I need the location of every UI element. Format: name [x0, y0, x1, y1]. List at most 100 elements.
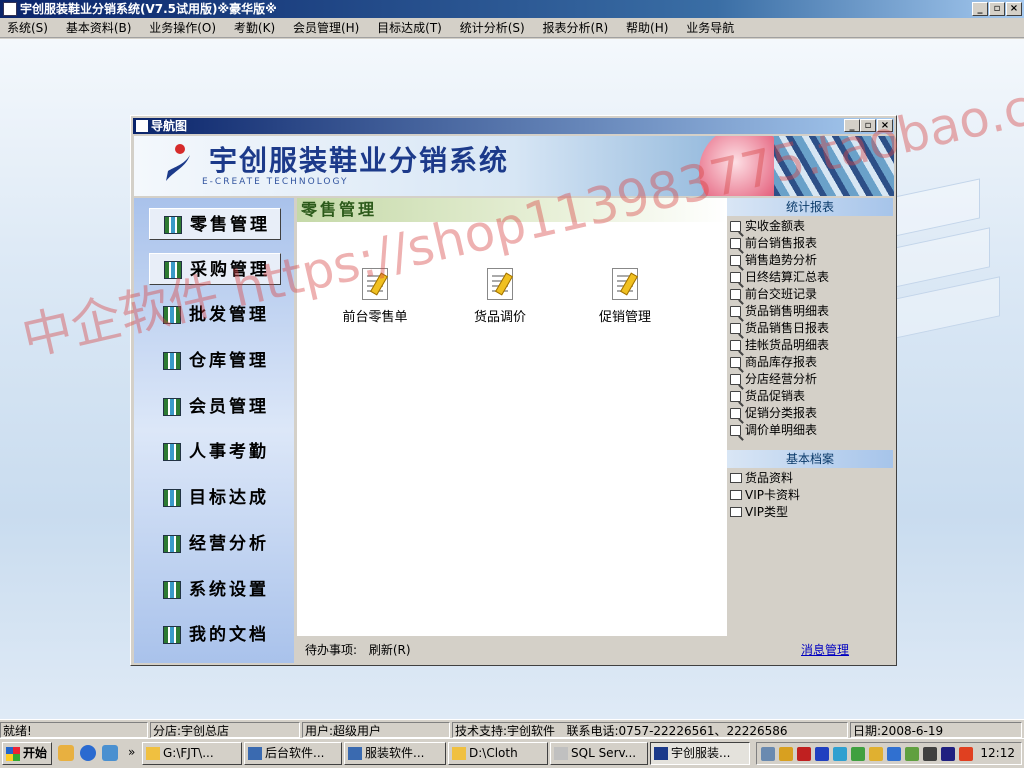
message-management-link[interactable]: 消息管理 [801, 641, 849, 658]
sidebar-item-warehouse[interactable]: 仓库管理 [149, 345, 281, 377]
report-link[interactable]: 挂帐货品明细表 [729, 337, 829, 354]
start-button[interactable]: 开始 [2, 742, 52, 765]
report-label: 前台交班记录 [745, 287, 818, 301]
tray-icon[interactable] [941, 747, 955, 761]
task-button[interactable]: G:\FJT\... [142, 742, 242, 765]
tray-icon[interactable] [779, 747, 793, 761]
report-link[interactable]: 货品销售日报表 [729, 320, 829, 337]
report-link[interactable]: 前台销售报表 [729, 235, 829, 252]
task-button[interactable]: SQL Serv... [550, 742, 648, 765]
support-text: 技术支持:宇创软件 [455, 724, 556, 738]
close-button[interactable]: × [1006, 2, 1022, 16]
quicklaunch-icon[interactable] [58, 745, 74, 761]
tray-icon[interactable] [923, 747, 937, 761]
tray-icon[interactable] [797, 747, 811, 761]
books-icon [163, 352, 181, 370]
document-icon [348, 747, 362, 760]
report-link[interactable]: 货品销售明细表 [729, 303, 829, 320]
sidebar-item-members[interactable]: 会员管理 [149, 391, 281, 423]
sidebar-item-label: 系统设置 [189, 580, 269, 600]
browser-icon[interactable] [80, 745, 96, 761]
tray-icon[interactable] [905, 747, 919, 761]
phone-text: 联系电话:0757-22226561、22226586 [566, 724, 788, 738]
report-label: 促销分类报表 [745, 406, 818, 420]
task-button[interactable]: D:\Cloth [448, 742, 548, 765]
task-button[interactable]: 服装软件... [344, 742, 446, 765]
books-icon [163, 581, 181, 599]
tray-icon[interactable] [887, 747, 901, 761]
clock[interactable]: 12:12 [980, 743, 1015, 764]
menu-basic-data[interactable]: 基本资料(B) [59, 18, 139, 38]
books-icon [163, 626, 181, 644]
magnifier-icon [730, 425, 741, 436]
report-label: 调价单明细表 [745, 423, 818, 437]
report-link[interactable]: 前台交班记录 [729, 286, 829, 303]
menu-reports[interactable]: 报表分析(R) [536, 18, 616, 38]
nav-title: 导航图 [151, 119, 188, 133]
message-box-icon [730, 473, 742, 483]
tray-icon[interactable] [761, 747, 775, 761]
tray-icon[interactable] [869, 747, 883, 761]
basic-file-label: 货品资料 [745, 471, 794, 485]
document-icon [248, 747, 262, 760]
tray-icon[interactable] [815, 747, 829, 761]
magnifier-icon [730, 255, 741, 266]
report-label: 挂帐货品明细表 [745, 338, 830, 352]
sidebar-item-hr[interactable]: 人事考勤 [149, 436, 281, 468]
basic-file-link[interactable]: VIP卡资料 [729, 487, 800, 504]
sidebar-item-documents[interactable]: 我的文档 [149, 619, 281, 651]
books-icon [163, 398, 181, 416]
report-label: 货品销售日报表 [745, 321, 830, 335]
menu-business-nav[interactable]: 业务导航 [679, 18, 741, 38]
status-date: 日期:2008-6-19 [850, 722, 1022, 738]
sidebar-item-label: 目标达成 [189, 488, 269, 508]
menu-operations[interactable]: 业务操作(O) [142, 18, 223, 38]
sidebar-item-label: 零售管理 [190, 215, 270, 235]
task-button-active[interactable]: 宇创服装... [650, 742, 750, 765]
media-icon[interactable] [102, 745, 118, 761]
refresh-button[interactable]: 刷新(R) [369, 643, 411, 657]
menu-help[interactable]: 帮助(H) [619, 18, 675, 38]
report-link[interactable]: 销售趋势分析 [729, 252, 829, 269]
basic-file-link[interactable]: VIP类型 [729, 504, 800, 521]
tray-icon[interactable] [851, 747, 865, 761]
report-link[interactable]: 日终结算汇总表 [729, 269, 829, 286]
sidebar-item-targets[interactable]: 目标达成 [149, 482, 281, 514]
task-button[interactable]: 后台软件... [244, 742, 342, 765]
reports-panel: 统计报表 实收金额表 前台销售报表 销售趋势分析 日终结算汇总表 前台交班记录 … [727, 198, 893, 638]
menu-targets[interactable]: 目标达成(T) [370, 18, 449, 38]
folder-icon [146, 747, 160, 760]
minimize-button[interactable]: _ [972, 2, 988, 16]
menu-statistics[interactable]: 统计分析(S) [453, 18, 532, 38]
task-label: 后台软件... [265, 746, 325, 760]
sidebar-item-settings[interactable]: 系统设置 [149, 574, 281, 606]
sidebar-item-retail[interactable]: 零售管理 [149, 208, 281, 240]
report-link[interactable]: 货品促销表 [729, 388, 829, 405]
menu-attendance[interactable]: 考勤(K) [227, 18, 282, 38]
menu-system[interactable]: 系统(S) [0, 18, 55, 38]
basic-file-link[interactable]: 货品资料 [729, 470, 800, 487]
report-link[interactable]: 促销分类报表 [729, 405, 829, 422]
price-adjust-item[interactable]: 货品调价 [445, 268, 555, 325]
banner-title: 宇创服装鞋业分销系统 [209, 144, 510, 177]
report-link[interactable]: 实收金额表 [729, 218, 829, 235]
quicklaunch-chevron[interactable]: » [128, 745, 135, 759]
sidebar-item-label: 人事考勤 [189, 442, 269, 462]
magnifier-icon [730, 272, 741, 283]
status-support: 技术支持:宇创软件 联系电话:0757-22226561、22226586 [452, 722, 848, 738]
menu-membership[interactable]: 会员管理(H) [286, 18, 366, 38]
tray-icon[interactable] [959, 747, 973, 761]
sidebar-item-analysis[interactable]: 经营分析 [149, 528, 281, 560]
tray-icon[interactable] [833, 747, 847, 761]
books-icon [163, 443, 181, 461]
report-link[interactable]: 商品库存报表 [729, 354, 829, 371]
sidebar-item-label: 我的文档 [189, 625, 269, 645]
books-icon [163, 489, 181, 507]
magnifier-icon [730, 374, 741, 385]
promotion-item[interactable]: 促销管理 [570, 268, 680, 325]
report-link[interactable]: 分店经营分析 [729, 371, 829, 388]
app-title: 宇创服装鞋业分销系统(V7.5试用版)※豪华版※ [20, 2, 277, 16]
maximize-button[interactable]: ▫ [989, 2, 1005, 16]
status-ready: 就绪! [0, 722, 148, 738]
report-link[interactable]: 调价单明细表 [729, 422, 829, 439]
